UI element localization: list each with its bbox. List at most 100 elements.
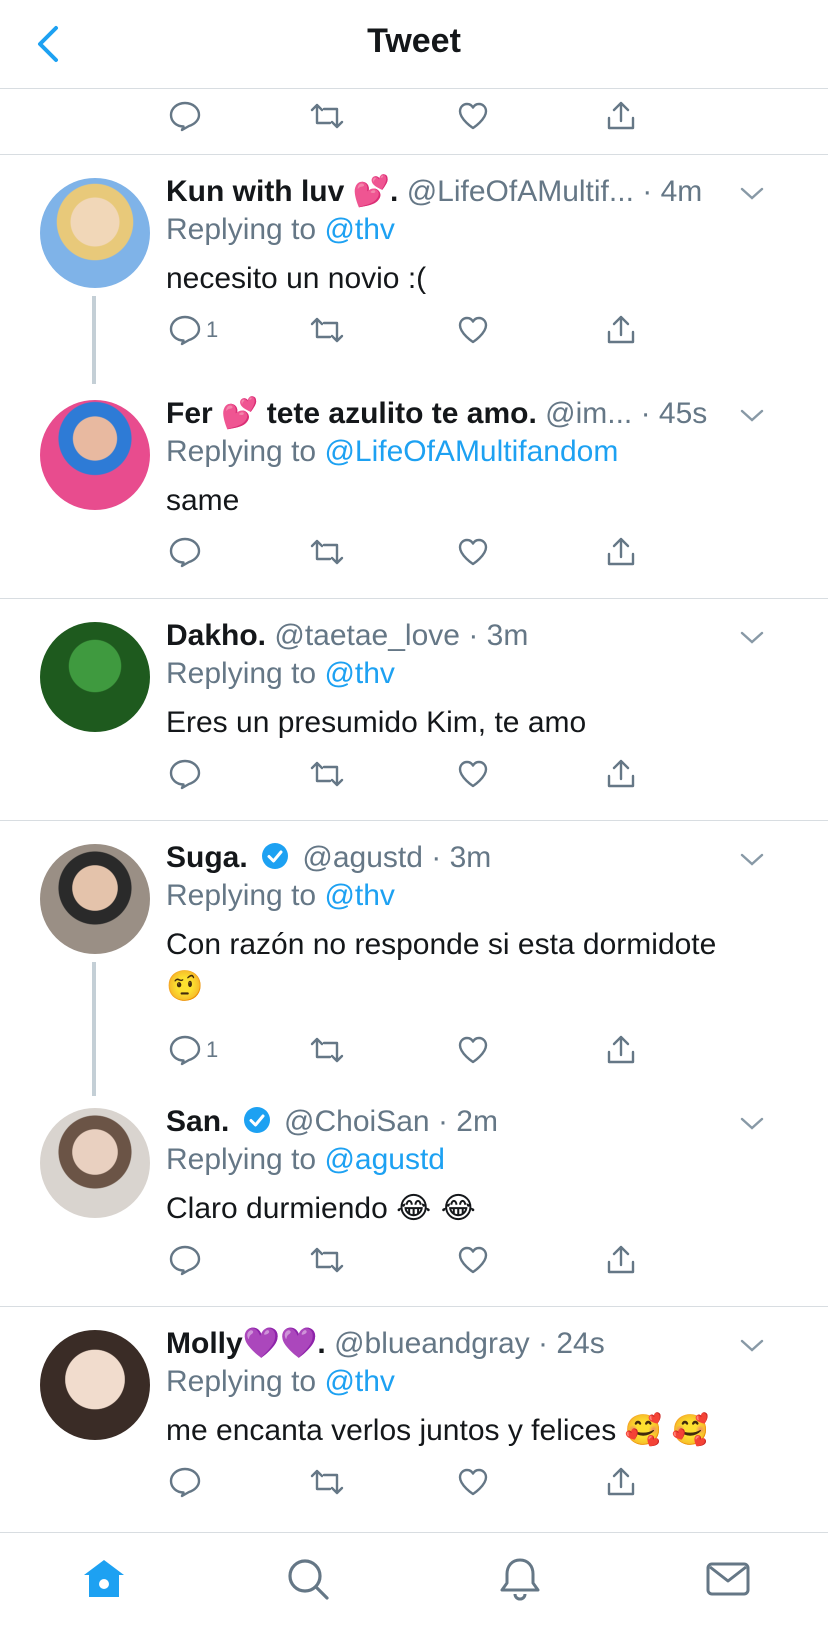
reply-button[interactable]: 1 [168, 310, 218, 350]
replying-to-link[interactable]: @thv [324, 1365, 394, 1398]
replying-to-link[interactable]: @agustd [324, 1143, 445, 1176]
tweet-text-body: Con razón no responde si esta dormidote [166, 928, 717, 961]
reply-button[interactable] [168, 96, 202, 136]
share-icon [607, 759, 635, 788]
retweet-icon [310, 1247, 344, 1273]
reply-button[interactable] [168, 754, 202, 794]
heart-icon [458, 1036, 488, 1064]
top-bar: Tweet [0, 0, 828, 89]
heart-icon [458, 1468, 488, 1496]
timestamp: · 4m [642, 175, 703, 208]
like-button[interactable] [456, 1462, 490, 1502]
share-button[interactable] [604, 532, 638, 572]
share-icon [607, 1467, 635, 1496]
timestamp: · 3m [431, 841, 492, 874]
handle[interactable]: @blueandgray [334, 1327, 530, 1360]
share-button[interactable] [604, 1240, 638, 1280]
replying-to-link[interactable]: @thv [324, 879, 394, 912]
chevron-down-icon[interactable] [738, 850, 766, 870]
avatar[interactable] [40, 1108, 150, 1218]
share-button[interactable] [604, 96, 638, 136]
like-button[interactable] [456, 1030, 490, 1070]
share-button[interactable] [604, 1030, 638, 1070]
display-name[interactable]: Kun with luv [166, 175, 344, 208]
retweet-button[interactable] [308, 532, 346, 572]
tweet-header: San. @ChoiSan · 2m [166, 1104, 728, 1140]
like-button[interactable] [456, 532, 490, 572]
reply-button[interactable] [168, 532, 202, 572]
chevron-down-icon[interactable] [738, 1336, 766, 1356]
replying-prefix: Replying to [166, 213, 317, 246]
handle[interactable]: @taetae_love [274, 619, 460, 652]
tweet-header: Fer 💕 tete azulito te amo. @im... · 45s [166, 396, 728, 432]
share-button[interactable] [604, 310, 638, 350]
reply-icon [169, 537, 201, 568]
tweet-text: me encanta verlos juntos y felices 🥰 🥰 [166, 1410, 776, 1452]
nav-search[interactable] [284, 1555, 332, 1603]
divider [0, 1306, 828, 1307]
like-button[interactable] [456, 754, 490, 794]
like-button[interactable] [456, 1240, 490, 1280]
replying-to-link[interactable]: @thv [324, 657, 394, 690]
timestamp: · 2m [437, 1105, 498, 1138]
bottom-nav [0, 1532, 828, 1629]
name-suffix: . [317, 1327, 326, 1360]
like-button[interactable] [456, 310, 490, 350]
handle[interactable]: @ChoiSan [284, 1105, 430, 1138]
nav-home[interactable] [80, 1555, 128, 1603]
tweet-emoji: 🥰 🥰 [624, 1413, 709, 1448]
share-button[interactable] [604, 754, 638, 794]
nav-messages[interactable] [704, 1555, 752, 1603]
replying-prefix: Replying to [166, 1143, 317, 1176]
handle[interactable]: @LifeOfAMultif... [407, 175, 634, 208]
tweet-actions [168, 1462, 648, 1502]
retweet-button[interactable] [308, 1240, 346, 1280]
verified-badge-icon [262, 843, 289, 869]
reply-icon [169, 1245, 201, 1276]
share-button[interactable] [604, 1462, 638, 1502]
share-icon [607, 1035, 635, 1064]
timestamp: · 45s [640, 397, 708, 430]
like-button[interactable] [456, 96, 490, 136]
display-name[interactable]: Suga. [166, 841, 248, 874]
replying-to: Replying to @thv [166, 212, 395, 248]
name-emoji: 💕 [352, 174, 391, 209]
reply-icon [169, 759, 201, 790]
chevron-down-icon[interactable] [738, 1114, 766, 1134]
reply-button[interactable]: 1 [168, 1030, 218, 1070]
display-name[interactable]: San. [166, 1105, 229, 1138]
heart-icon [458, 538, 488, 566]
name-emoji: 💜💜 [242, 1326, 318, 1361]
share-icon [607, 537, 635, 566]
retweet-button[interactable] [308, 1462, 346, 1502]
avatar[interactable] [40, 622, 150, 732]
reply-button[interactable] [168, 1462, 202, 1502]
chevron-down-icon[interactable] [738, 628, 766, 648]
divider [0, 154, 828, 155]
retweet-button[interactable] [308, 754, 346, 794]
avatar[interactable] [40, 844, 150, 954]
handle[interactable]: @im... [545, 397, 632, 430]
avatar[interactable] [40, 1330, 150, 1440]
replying-to-link[interactable]: @LifeOfAMultifandom [324, 435, 618, 468]
avatar[interactable] [40, 178, 150, 288]
display-name[interactable]: Fer [166, 397, 213, 430]
page-title: Tweet [367, 22, 461, 60]
replying-to-link[interactable]: @thv [324, 213, 394, 246]
display-name[interactable]: Molly [166, 1327, 243, 1360]
reply-button[interactable] [168, 1240, 202, 1280]
retweet-button[interactable] [308, 1030, 346, 1070]
chevron-down-icon[interactable] [738, 184, 766, 204]
chevron-down-icon[interactable] [738, 406, 766, 426]
notifications-icon [500, 1558, 540, 1601]
display-name[interactable]: Dakho. [166, 619, 266, 652]
nav-notifications[interactable] [496, 1555, 544, 1603]
avatar[interactable] [40, 400, 150, 510]
retweet-button[interactable] [308, 96, 346, 136]
divider [0, 820, 828, 821]
handle[interactable]: @agustd [302, 841, 423, 874]
heart-icon [458, 316, 488, 344]
tweet-text: Con razón no responde si esta dormidote … [166, 924, 776, 1008]
retweet-button[interactable] [308, 310, 346, 350]
name-emoji: 💕 [221, 396, 259, 431]
